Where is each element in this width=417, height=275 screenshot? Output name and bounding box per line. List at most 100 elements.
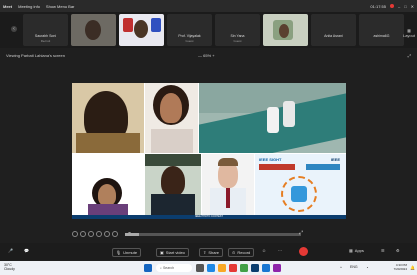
participant-strip: ‹ Saurabh Soni Recruit Prof. Vijayalak G… [0, 12, 417, 48]
participants-icon[interactable]: ☰ [381, 248, 385, 253]
leave-meeting-button[interactable] [299, 247, 308, 256]
window-maximize-icon[interactable]: □ [404, 4, 406, 9]
clock-date: 7/20/2024 [393, 267, 407, 271]
share-label: Share [208, 250, 220, 255]
windows-taskbar: 30°C Cloudy ⌕ Search ^ ENG ◔ 4:33 PM 7/2… [0, 261, 417, 275]
participant-name: Prof. Vijayalak [178, 34, 201, 38]
weather-desc: Cloudy [4, 267, 15, 271]
window-close-icon[interactable]: ✕ [411, 4, 414, 9]
notification-icon[interactable]: 🔔 [410, 265, 415, 270]
banner-shape [151, 18, 161, 32]
person-shirt [76, 133, 140, 153]
zoom-control[interactable]: — 65% + [198, 53, 215, 58]
poster-text-block [259, 164, 295, 170]
participant-tile[interactable]: Sin Yana Guest [215, 14, 260, 46]
shared-screen[interactable]: IEEE SIGHT IEEE IEEE PHOTO CONTEST [72, 83, 346, 219]
tie-shape [226, 188, 230, 208]
meeting-timer: 01:17:55 [370, 3, 386, 9]
task-view-icon[interactable] [196, 264, 204, 272]
meeting-info-link[interactable]: Meeting info [18, 4, 40, 9]
unmute-button[interactable]: 🎙 Unmute [112, 248, 142, 257]
record-label: Record [237, 250, 251, 255]
control-dot-icon[interactable] [80, 231, 86, 237]
photo-workers-field [199, 83, 346, 153]
photo-man-tie [202, 154, 254, 215]
participant-tile[interactable]: Saurabh Soni Recruit [23, 14, 68, 46]
person-shirt [151, 129, 193, 153]
windows-start-icon[interactable] [144, 264, 152, 272]
person-shirt [151, 194, 195, 215]
share-button[interactable]: ⇪ Share [199, 248, 224, 257]
participant-tile[interactable]: Prof. Vijayalak Guest [167, 14, 212, 46]
participant-video-tile[interactable] [119, 14, 164, 46]
share-progress-bar[interactable] [125, 233, 301, 236]
word-icon[interactable] [262, 264, 270, 272]
app-icon[interactable] [240, 264, 248, 272]
participant-video-tile[interactable] [263, 14, 308, 46]
progress-fill [125, 233, 140, 236]
settings-icon[interactable]: ⚙ [396, 248, 400, 253]
ieee-sight-poster: IEEE SIGHT IEEE [255, 154, 346, 215]
chat-icon[interactable]: 💬 [24, 248, 29, 253]
control-dot-icon[interactable] [104, 231, 110, 237]
more-options-icon[interactable]: ⋯ [278, 248, 282, 253]
search-icon: ⌕ [160, 266, 162, 270]
participant-tile[interactable]: Anita Asrani [311, 14, 356, 46]
taskbar-search[interactable]: ⌕ Search [156, 264, 192, 272]
start-video-button[interactable]: ▣ Start video [156, 248, 189, 257]
edge-icon[interactable] [207, 264, 215, 272]
photo-man-smiling [145, 154, 201, 215]
control-dot-icon[interactable] [96, 231, 102, 237]
unmute-label: Unmute [123, 250, 138, 255]
strip-prev-icon[interactable]: ‹ [11, 26, 17, 32]
show-menu-bar[interactable]: Show Menu Bar [46, 4, 74, 9]
view-options-icon[interactable]: ⤢ [408, 53, 411, 58]
layout-button[interactable]: ▦ Layout [403, 28, 415, 38]
recording-indicator-icon [389, 4, 394, 8]
person-shirt [88, 204, 128, 215]
reactions-icon[interactable]: ☺ [262, 248, 266, 253]
participant-name: Anita Asrani [324, 34, 343, 38]
participant-face [134, 20, 148, 38]
language-indicator[interactable]: ENG [350, 265, 358, 269]
participant-name: Saurabh Soni [34, 34, 57, 38]
control-dot-icon[interactable] [112, 231, 118, 237]
photo-woman-portrait [145, 83, 198, 153]
participant-tile[interactable]: ashima6G [359, 14, 404, 46]
wifi-icon[interactable]: ◔ [366, 265, 368, 270]
apps-button[interactable]: ▦ Apps [349, 248, 364, 253]
photo-man-portrait [72, 83, 144, 153]
zoom-level: 65% [203, 52, 212, 58]
viewing-label: Viewing Parbati Lahiana's screen [6, 52, 65, 58]
app-label[interactable]: Meet [3, 4, 12, 9]
worker-figure [283, 101, 295, 127]
start-video-label: Start video [165, 250, 185, 255]
participant-face [279, 24, 289, 38]
record-button[interactable]: ⊙ Record [228, 248, 255, 257]
person-head [161, 166, 185, 196]
weather-widget[interactable]: 30°C Cloudy [4, 263, 15, 271]
window-minimize-icon[interactable]: – [398, 4, 400, 9]
participant-role: Guest [185, 39, 194, 43]
fullscreen-icon[interactable]: ⤢ [299, 230, 303, 236]
participant-role: Guest [233, 39, 242, 43]
ieee-sight-logo: IEEE SIGHT [259, 157, 282, 162]
audio-settings-icon[interactable]: 🎤 [8, 248, 13, 253]
taskbar-clock[interactable]: 4:33 PM 7/20/2024 [394, 263, 407, 271]
file-explorer-icon[interactable] [218, 264, 226, 272]
control-dot-icon[interactable] [72, 231, 78, 237]
participant-face [85, 20, 101, 40]
meeting-toolbar: 🎤 💬 🎙 Unmute ▣ Start video ⇪ Share ⊙ Rec… [0, 243, 417, 260]
photo-contest-banner: IEEE PHOTO CONTEST [72, 215, 346, 219]
layout-label: Layout [402, 33, 415, 38]
tray-chevron-icon[interactable]: ^ [340, 265, 342, 270]
puzzle-piece [291, 186, 307, 202]
control-dot-icon[interactable] [88, 231, 94, 237]
app-icon[interactable] [273, 264, 281, 272]
person-head [98, 184, 116, 206]
hair-shape [218, 158, 238, 166]
participant-video-tile[interactable] [71, 14, 116, 46]
meeting-app-icon[interactable] [251, 264, 259, 272]
ieee-logo: IEEE [330, 157, 340, 162]
chrome-icon[interactable] [229, 264, 237, 272]
